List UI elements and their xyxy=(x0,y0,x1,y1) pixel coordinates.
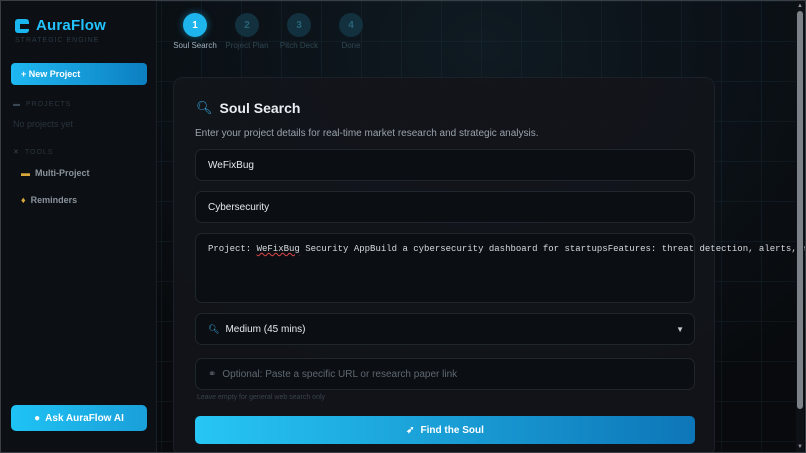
project-description-textarea[interactable]: Project: WeFixBug Security App Build a c… xyxy=(195,233,805,303)
progress-stepper: 1 Soul Search 2 Project Plan 3 Pitch Dec… xyxy=(169,13,377,50)
industry-value: Cybersecurity xyxy=(208,201,270,213)
soul-search-card: 🔍︎ Soul Search Enter your project detail… xyxy=(173,77,805,452)
brand-title: AuraFlow xyxy=(36,17,106,34)
card-subtitle: Enter your project details for real-time… xyxy=(195,128,539,139)
card-title: 🔍︎ Soul Search xyxy=(196,100,301,116)
magnifier-icon: 🔍︎ xyxy=(208,323,220,334)
url-hint: Leave empty for general web search only xyxy=(197,394,326,401)
description-line: Features: threat detection, alerts, repo… xyxy=(607,244,805,254)
description-line: Build a cybersecurity dashboard for star… xyxy=(370,244,608,254)
step-label: Done xyxy=(341,41,361,50)
chat-icon: ● xyxy=(34,412,41,424)
step-project-plan[interactable]: 2 Project Plan xyxy=(221,13,273,50)
auraflow-logo-icon xyxy=(15,18,29,33)
step-number: 2 xyxy=(235,13,259,37)
sidebar-item-multi-project[interactable]: ▬ Multi-Project xyxy=(21,168,90,178)
project-name-value: WeFixBug xyxy=(208,159,254,171)
step-number: 3 xyxy=(287,13,311,37)
scroll-thumb[interactable] xyxy=(797,11,803,409)
step-label: Project Plan xyxy=(225,41,269,50)
new-project-button[interactable]: + New Project xyxy=(11,63,147,85)
scroll-up-arrow-icon[interactable]: ▲ xyxy=(797,3,803,9)
scrollbar[interactable]: ▲ ▼ xyxy=(796,1,804,452)
step-number: 4 xyxy=(339,13,363,37)
sidebar-item-label: Multi-Project xyxy=(35,168,90,178)
step-done[interactable]: 4 Done xyxy=(325,13,377,50)
industry-input[interactable]: Cybersecurity xyxy=(195,191,695,223)
step-label: Soul Search xyxy=(173,41,217,50)
spellcheck-word: WeFixBug xyxy=(256,244,300,254)
research-depth-select[interactable]: 🔍︎ Medium (45 mins) ▼ xyxy=(195,313,695,345)
sidebar: AuraFlow STRATEGIC ENGINE + New Project … xyxy=(1,1,157,452)
sidebar-item-label: Reminders xyxy=(30,195,78,205)
description-line: Project: WeFixBug Security App xyxy=(208,244,371,254)
tools-icon: ✕ xyxy=(13,149,20,156)
find-the-soul-button[interactable]: ➶ Find the Soul xyxy=(195,416,695,444)
app-window: AuraFlow STRATEGIC ENGINE + New Project … xyxy=(0,0,806,453)
tools-section-label: ✕ TOOLS xyxy=(13,148,54,157)
ask-ai-button[interactable]: ● Ask AuraFlow AI xyxy=(11,405,147,431)
folder-icon: ▬ xyxy=(21,168,30,178)
depth-selected-value: Medium (45 mins) xyxy=(225,323,306,335)
url-placeholder: Optional: Paste a specific URL or resear… xyxy=(222,368,458,380)
step-label: Pitch Deck xyxy=(279,41,319,50)
bell-icon: ♦ xyxy=(21,195,26,205)
brand[interactable]: AuraFlow xyxy=(15,17,106,34)
magnifier-icon: 🔍︎ xyxy=(196,100,213,115)
projects-empty-text: No projects yet xyxy=(13,119,74,129)
step-soul-search[interactable]: 1 Soul Search xyxy=(169,13,221,50)
chevron-down-icon: ▼ xyxy=(676,324,684,334)
projects-section-label: ▬ PROJECTS xyxy=(13,101,72,108)
brand-subtitle: STRATEGIC ENGINE xyxy=(15,37,100,44)
url-input[interactable]: ⚭ Optional: Paste a specific URL or rese… xyxy=(195,358,695,390)
step-number: 1 xyxy=(183,13,207,37)
folder-icon: ▬ xyxy=(13,101,21,108)
step-pitch-deck[interactable]: 3 Pitch Deck xyxy=(273,13,325,50)
scroll-down-arrow-icon[interactable]: ▼ xyxy=(797,444,803,450)
sidebar-item-reminders[interactable]: ♦ Reminders xyxy=(21,195,77,205)
link-icon: ⚭ xyxy=(208,368,217,380)
project-name-input[interactable]: WeFixBug xyxy=(195,149,695,181)
rocket-icon: ➶ xyxy=(406,424,415,436)
